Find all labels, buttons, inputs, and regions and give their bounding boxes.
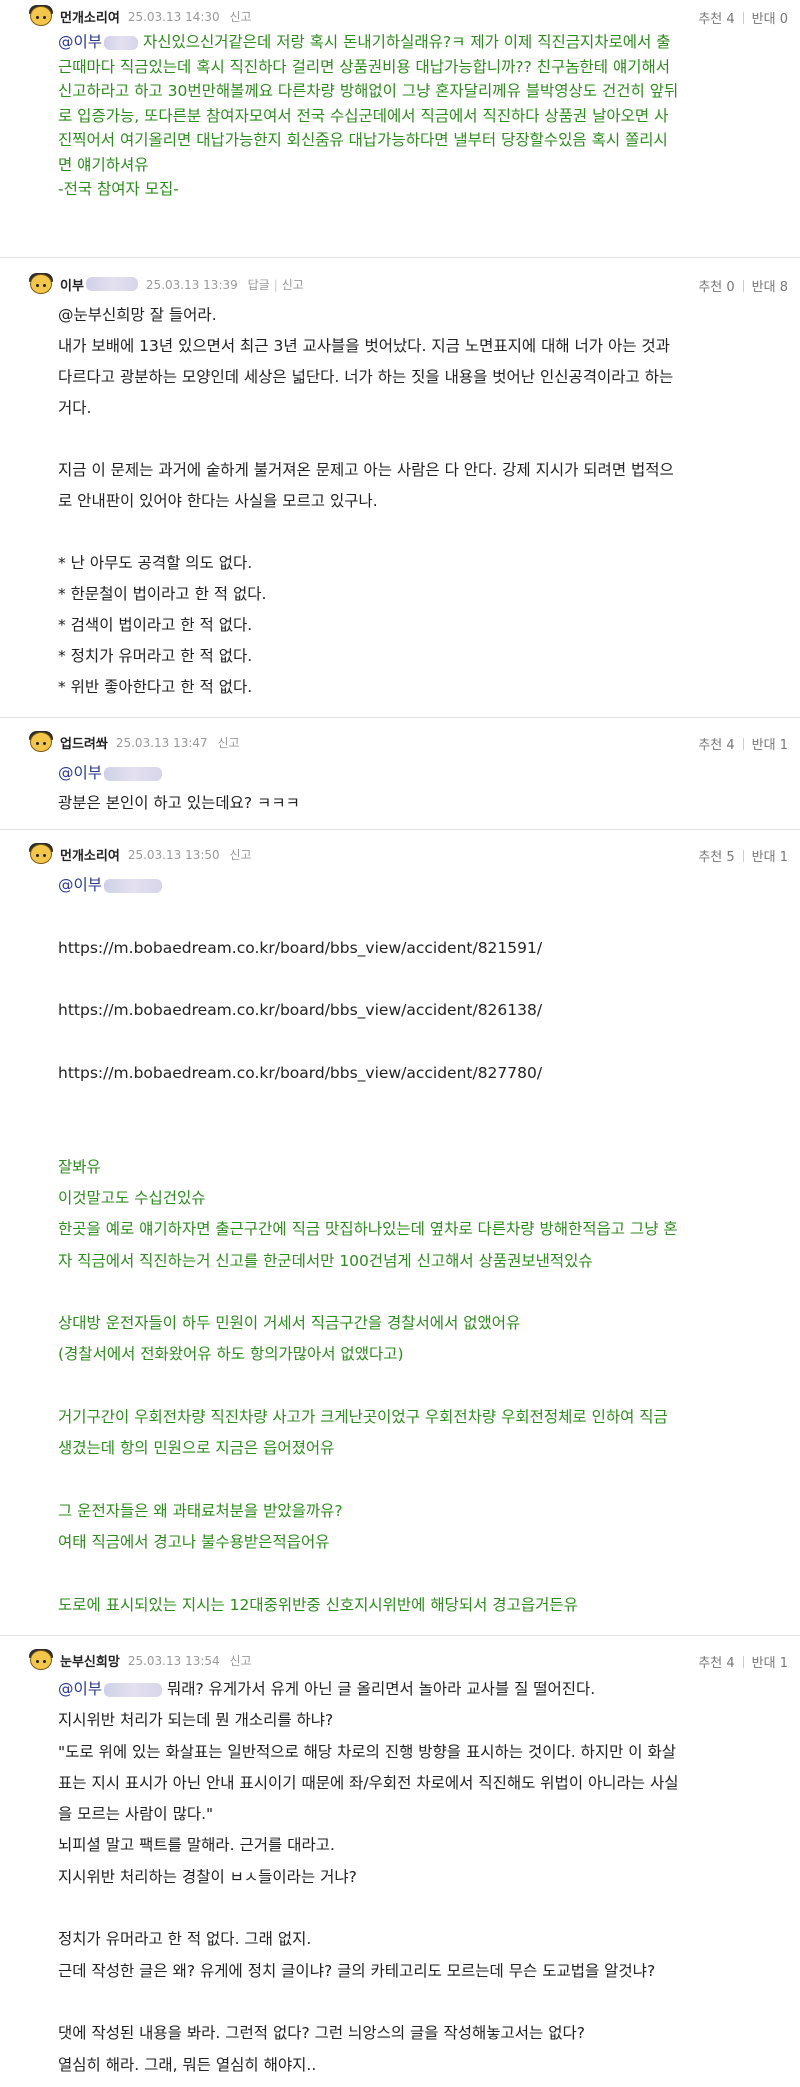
downvote-button[interactable]: 반대 0 [752,8,788,27]
upvote-button[interactable]: 추천 4 [698,734,734,753]
downvote-count: 1 [779,850,788,865]
avatar[interactable] [28,273,54,295]
comment-datetime: 25.03.13 14:30 [127,9,220,24]
comment-meta: 25.03.13 13:54 신고 [128,1652,252,1669]
comment-datetime: 25.03.13 13:50 [127,847,220,862]
nickname[interactable]: 업드려쏴 [60,733,108,752]
report-link[interactable]: 신고 [282,278,304,292]
comment-5: 눈부신희망 25.03.13 13:54 신고 추천 4 반대 1 @이부 뭐래… [0,1636,800,2087]
comment-header: 업드려쏴 25.03.13 13:47 신고 [28,730,240,754]
mention[interactable]: @이부 [58,1680,163,1698]
vote-counts: 추천 4 반대 1 [698,1652,788,1671]
report-link[interactable]: 신고 [229,10,251,24]
upvote-button[interactable]: 추천 0 [698,276,734,295]
vote-counts: 추천 5 반대 1 [698,846,788,865]
comment-datetime: 25.03.13 13:47 [115,735,208,750]
link-2[interactable]: https://m.bobaedream.co.kr/board/bbs_vie… [58,995,780,1026]
upvote-button[interactable]: 추천 5 [698,846,734,865]
comment-body: @이부 자신있으신거같은데 저랑 혹시 돈내기하실래유?ㅋ 제가 이제 직진금지… [58,33,679,198]
comment-body: @눈부신희망 잘 들어라. 내가 보배에 13년 있으면서 최근 3년 교사블을… [58,306,674,696]
comment-body: @이부 뭐래? 유게가서 유게 아닌 글 올리면서 놀아라 교사블 질 떨어진다… [58,1680,679,2074]
report-link[interactable]: 신고 [229,848,251,862]
comment-body: @이부 https://m.bobaedream.co.kr/board/bbs… [58,870,780,1621]
mention[interactable]: @이부 [58,33,139,51]
downvote-button[interactable]: 반대 1 [752,734,788,753]
vote-counts: 추천 0 반대 8 [698,276,788,295]
nickname[interactable]: 먼개소리여 [60,845,120,864]
link-1[interactable]: https://m.bobaedream.co.kr/board/bbs_vie… [58,933,780,964]
comment-datetime: 25.03.13 13:54 [127,1653,220,1668]
avatar[interactable] [28,843,54,865]
comment-meta: 25.03.13 13:39 답글 | 신고 [145,277,304,292]
link-3[interactable]: https://m.bobaedream.co.kr/board/bbs_vie… [58,1058,780,1089]
comment-3: 업드려쏴 25.03.13 13:47 신고 추천 4 반대 1 @이부 광분은… [0,718,800,830]
downvote-button[interactable]: 반대 1 [752,1652,788,1671]
downvote-count: 1 [779,738,788,753]
downvote-count: 8 [779,280,788,295]
comment-header: 먼개소리여 25.03.13 13:50 신고 [28,842,252,866]
upvote-count: 4 [726,738,735,753]
comment-body: @이부 광분은 본인이 하고 있는데요? ㅋㅋㅋ [58,764,300,812]
comment-meta: 25.03.13 14:30 신고 [128,8,252,25]
vote-counts: 추천 4 반대 1 [698,734,788,753]
downvote-count: 1 [779,1656,788,1671]
avatar[interactable] [28,1649,54,1671]
reply-link[interactable]: 답글 [248,278,270,292]
downvote-button[interactable]: 반대 1 [752,846,788,865]
avatar[interactable] [28,5,54,27]
nickname[interactable]: 먼개소리여 [60,7,120,26]
comment-1: 먼개소리여 25.03.13 14:30 신고 추천 4 반대 0 @이부 자신… [0,0,800,258]
comment-header: 먼개소리여 25.03.13 14:30 신고 [28,4,252,28]
upvote-count: 4 [726,1656,735,1671]
comment-green-text: 잘봐유 이것말고도 수십건있슈 한곳을 예로 얘기하자면 출근구간에 직금 맛집… [58,1157,678,1614]
mention[interactable]: @이부 [58,764,163,782]
mention[interactable]: @이부 [58,876,163,894]
vote-counts: 추천 4 반대 0 [698,8,788,27]
comment-meta: 25.03.13 13:47 신고 [116,734,240,751]
upvote-count: 4 [726,12,735,27]
comment-header: 눈부신희망 25.03.13 13:54 신고 [28,1648,252,1672]
report-link[interactable]: 신고 [218,736,240,750]
comment-meta: 25.03.13 13:50 신고 [128,846,252,863]
report-link[interactable]: 신고 [229,1654,251,1668]
comment-4: 먼개소리여 25.03.13 13:50 신고 추천 5 반대 1 @이부 ht… [0,830,800,1636]
downvote-button[interactable]: 반대 8 [752,276,788,295]
nickname[interactable]: 이부 [60,275,84,294]
upvote-count: 5 [726,850,735,865]
avatar[interactable] [28,731,54,753]
upvote-count: 0 [726,280,735,295]
upvote-button[interactable]: 추천 4 [698,8,734,27]
downvote-count: 0 [779,12,788,27]
nickname[interactable]: 눈부신희망 [60,1651,120,1670]
comment-2: 이부 25.03.13 13:39 답글 | 신고 추천 0 반대 8 @눈부신희망… [0,258,800,718]
upvote-button[interactable]: 추천 4 [698,1652,734,1671]
comment-header: 이부 25.03.13 13:39 답글 | 신고 [28,272,304,296]
comment-datetime: 25.03.13 13:39 [145,277,238,292]
